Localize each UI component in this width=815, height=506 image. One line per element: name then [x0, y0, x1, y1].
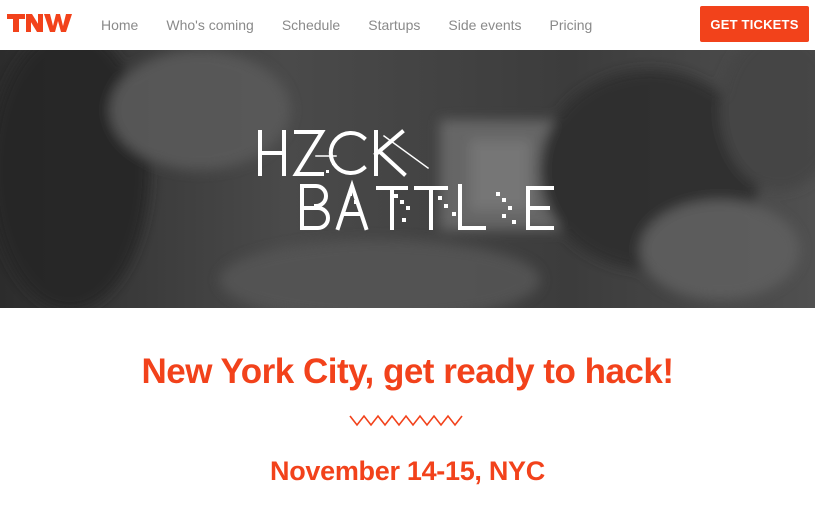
top-navbar: Home Who's coming Schedule Startups Side…: [0, 0, 815, 50]
zigzag-divider-icon: [349, 414, 463, 427]
hero-banner: [0, 50, 815, 308]
hack-battle-logo: [258, 129, 554, 231]
get-tickets-button[interactable]: GET TICKETS: [700, 6, 809, 42]
nav-startups-link[interactable]: Startups: [368, 17, 420, 33]
tnw-logo[interactable]: [7, 11, 73, 35]
nav-side-events-link[interactable]: Side events: [448, 17, 521, 33]
event-dateline: November 14-15, NYC: [270, 456, 545, 486]
nav-whos-coming-link[interactable]: Who's coming: [166, 17, 253, 33]
main-nav: Home Who's coming Schedule Startups Side…: [101, 0, 620, 50]
tnw-logo-icon: [7, 14, 72, 32]
nav-pricing-link[interactable]: Pricing: [550, 17, 593, 33]
nav-home-link[interactable]: Home: [101, 17, 138, 33]
nav-schedule-link[interactable]: Schedule: [282, 17, 340, 33]
page-headline: New York City, get ready to hack!: [141, 352, 675, 391]
